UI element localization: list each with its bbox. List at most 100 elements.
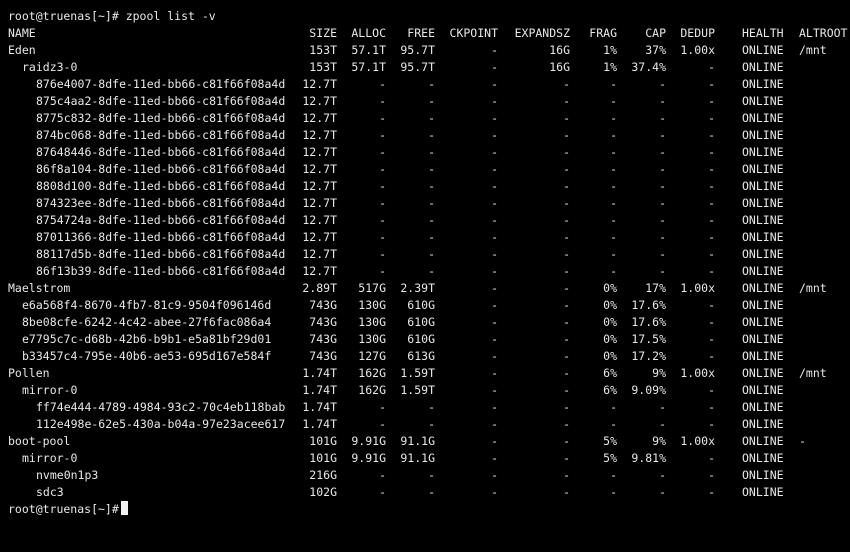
vdev-name: 8775c832-8dfe-11ed-bb66-c81f66f08a4d <box>36 111 286 125</box>
cell-size: 12.7T <box>302 196 337 210</box>
cell-frag: 5% <box>603 451 617 465</box>
cell-cap: 17.2% <box>631 349 666 363</box>
cell-dedup: - <box>708 230 715 244</box>
cell-ckpoint: - <box>491 230 498 244</box>
table-row: 86f13b39-8dfe-11ed-bb66-c81f66f08a4d 12.7… <box>0 263 850 280</box>
cell-cap: 17% <box>645 281 666 295</box>
cell-frag: - <box>610 179 617 193</box>
cell-dedup: - <box>708 383 715 397</box>
prompt-line[interactable]: root@truenas[~]# <box>0 501 850 518</box>
cell-alloc: 162G <box>358 366 386 380</box>
cell-ckpoint: - <box>491 77 498 91</box>
cell-health: ONLINE <box>742 383 784 397</box>
header-alloc: ALLOC <box>351 26 386 40</box>
cell-cap: - <box>659 179 666 193</box>
cell-size: 743G <box>309 315 337 329</box>
cell-cap: - <box>659 400 666 414</box>
cell-alloc: - <box>379 247 386 261</box>
cell-dedup: - <box>708 179 715 193</box>
cell-cap: - <box>659 145 666 159</box>
cell-size: 12.7T <box>302 77 337 91</box>
cell-size: 12.7T <box>302 145 337 159</box>
cell-cap: - <box>659 417 666 431</box>
cell-size: 12.7T <box>302 162 337 176</box>
cell-expandsz: - <box>563 332 570 346</box>
cell-health: ONLINE <box>742 332 784 346</box>
cell-free: - <box>428 162 435 176</box>
cell-size: 743G <box>309 298 337 312</box>
cell-frag: - <box>610 162 617 176</box>
cell-cap: - <box>659 264 666 278</box>
cell-frag: - <box>610 128 617 142</box>
terminal-window[interactable]: root@truenas[~]# zpool list -v NAME SIZE… <box>0 0 850 527</box>
cell-cap: 37% <box>645 43 666 57</box>
cursor <box>120 501 128 515</box>
cell-health: ONLINE <box>742 417 784 431</box>
cell-dedup: - <box>708 264 715 278</box>
cell-dedup: - <box>708 417 715 431</box>
cell-free: 610G <box>407 315 435 329</box>
cell-altroot: /mnt <box>799 281 827 295</box>
vdev-name: sdc3 <box>36 485 64 499</box>
vdev-name: 876e4007-8dfe-11ed-bb66-c81f66f08a4d <box>36 77 286 91</box>
cell-dedup: - <box>708 111 715 125</box>
cell-ckpoint: - <box>491 298 498 312</box>
cell-expandsz: - <box>563 366 570 380</box>
cell-size: 2.89T <box>302 281 337 295</box>
cell-frag: - <box>610 485 617 499</box>
cell-expandsz: 16G <box>549 43 570 57</box>
cell-ckpoint: - <box>491 315 498 329</box>
cell-alloc: - <box>379 77 386 91</box>
cell-alloc: 130G <box>358 315 386 329</box>
cell-altroot: /mnt <box>799 43 827 57</box>
cell-expandsz: 16G <box>549 60 570 74</box>
table-row: ff74e444-4789-4984-93c2-70c4eb118bab 1.74… <box>0 399 850 416</box>
cell-alloc: 9.91G <box>351 451 386 465</box>
cell-health: ONLINE <box>742 366 784 380</box>
cell-health: ONLINE <box>742 43 784 57</box>
cell-dedup: - <box>708 315 715 329</box>
cell-alloc: - <box>379 162 386 176</box>
cell-dedup: 1.00x <box>680 281 715 295</box>
cell-ckpoint: - <box>491 383 498 397</box>
cell-health: ONLINE <box>742 485 784 499</box>
cell-ckpoint: - <box>491 281 498 295</box>
cell-ckpoint: - <box>491 400 498 414</box>
cell-frag: - <box>610 230 617 244</box>
table-row: mirror-0 1.74T 162G 1.59T - - 6% 9.09% - ONLINE <box>0 382 850 399</box>
cell-size: 12.7T <box>302 94 337 108</box>
cell-health: ONLINE <box>742 230 784 244</box>
cell-expandsz: - <box>563 179 570 193</box>
cell-size: 12.7T <box>302 128 337 142</box>
cell-cap: - <box>659 196 666 210</box>
cell-alloc: 517G <box>358 281 386 295</box>
cell-free: - <box>428 196 435 210</box>
header-ckpoint: CKPOINT <box>449 26 498 40</box>
cell-alloc: 130G <box>358 332 386 346</box>
table-row: boot-pool 101G 9.91G 91.1G - - 5% 9% 1.00x ONLINE… <box>0 433 850 450</box>
vdev-name: 87648446-8dfe-11ed-bb66-c81f66f08a4d <box>36 145 286 159</box>
cell-expandsz: - <box>563 196 570 210</box>
cell-size: 1.74T <box>302 366 337 380</box>
cell-ckpoint: - <box>491 264 498 278</box>
table-row: 874bc068-8dfe-11ed-bb66-c81f66f08a4d 12.7… <box>0 127 850 144</box>
cell-frag: 0% <box>603 281 617 295</box>
cell-frag: - <box>610 247 617 261</box>
cell-alloc: - <box>379 128 386 142</box>
cell-expandsz: - <box>563 417 570 431</box>
cell-free: 610G <box>407 298 435 312</box>
cell-expandsz: - <box>563 128 570 142</box>
cell-cap: 17.6% <box>631 298 666 312</box>
cell-size: 216G <box>309 468 337 482</box>
vdev-name: nvme0n1p3 <box>36 468 99 482</box>
vdev-name: 874323ee-8dfe-11ed-bb66-c81f66f08a4d <box>36 196 286 210</box>
cell-ckpoint: - <box>491 60 498 74</box>
cell-free: 91.1G <box>400 434 435 448</box>
cell-alloc: 162G <box>358 383 386 397</box>
cell-health: ONLINE <box>742 162 784 176</box>
cell-ckpoint: - <box>491 468 498 482</box>
cell-free: 95.7T <box>400 60 435 74</box>
cell-dedup: - <box>708 213 715 227</box>
cell-ckpoint: - <box>491 111 498 125</box>
vdev-name: mirror-0 <box>22 451 78 465</box>
